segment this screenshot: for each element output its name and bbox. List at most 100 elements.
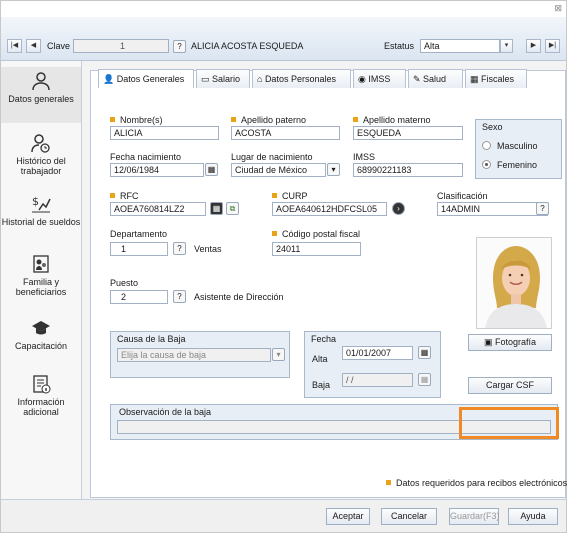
puesto-field[interactable]: 2 xyxy=(110,290,168,304)
help-icon[interactable]: ? xyxy=(173,290,186,303)
departamento-field[interactable]: 1 xyxy=(110,242,168,256)
estatus-dropdown-icon[interactable]: ▾ xyxy=(500,39,513,53)
tab-fiscales[interactable]: ▦ Fiscales xyxy=(465,69,527,89)
sidebar-item-label: Familia y beneficiarios xyxy=(15,277,67,297)
tab-label: Fiscales xyxy=(481,74,515,84)
sidebar-item-historial-sueldos[interactable]: $ Historial de sueldos xyxy=(1,194,81,242)
required-marker xyxy=(272,193,277,198)
required-marker xyxy=(110,117,115,122)
tab-salario[interactable]: ▭ Salario xyxy=(196,69,250,89)
graduation-cap-icon xyxy=(32,321,50,335)
cancelar-button[interactable]: Cancelar xyxy=(381,508,437,525)
femenino-label: Femenino xyxy=(497,160,538,170)
codigo-postal-label-text: Código postal fiscal xyxy=(282,229,361,239)
causa-baja-title: Causa de la Baja xyxy=(117,334,186,344)
calendar-icon[interactable]: ▦ xyxy=(418,346,431,359)
curp-field[interactable]: AOEA640612HDFCSL05 xyxy=(272,202,387,216)
codigo-postal-field[interactable]: 24011 xyxy=(272,242,361,256)
tab-label: Datos Generales xyxy=(116,74,185,84)
curp-label: CURP xyxy=(272,191,308,201)
person-icon: 👤 xyxy=(103,74,117,84)
masculino-label: Masculino xyxy=(497,141,538,151)
required-marker xyxy=(231,117,236,122)
tab-imss[interactable]: ◉ IMSS xyxy=(353,69,406,89)
required-marker xyxy=(386,480,391,485)
tab-salud[interactable]: ✎ Salud xyxy=(408,69,463,89)
help-icon[interactable]: ? xyxy=(536,202,549,215)
apellido-materno-field[interactable]: ESQUEDA xyxy=(353,126,463,140)
masculino-radio[interactable] xyxy=(482,141,491,150)
next-record-button[interactable]: ▶ xyxy=(526,39,541,53)
nombre-field[interactable]: ALICIA xyxy=(110,126,219,140)
clave-label: Clave xyxy=(47,41,71,51)
lugar-nacimiento-select[interactable]: Ciudad de México xyxy=(231,163,326,177)
close-icon[interactable]: ⊠ xyxy=(554,3,562,14)
tab-datos-personales[interactable]: ⌂ Datos Personales xyxy=(252,69,351,89)
last-record-button[interactable]: ▶| xyxy=(545,39,560,53)
clasificacion-field[interactable]: 14ADMIN xyxy=(437,202,548,216)
tab-datos-generales[interactable]: 👤 Datos Generales xyxy=(98,69,194,89)
rfc-label-text: RFC xyxy=(120,191,139,201)
info-document-icon xyxy=(33,375,51,394)
sidebar: Datos generales Histórico del trabajador… xyxy=(1,61,82,499)
apellido-paterno-label: Apellido paterno xyxy=(231,115,306,125)
aceptar-button[interactable]: Aceptar xyxy=(326,508,370,525)
title-bar: ⊠ xyxy=(1,1,566,17)
apellido-materno-label-text: Apellido materno xyxy=(363,115,431,125)
help-icon[interactable]: ? xyxy=(173,242,186,255)
fotografia-button-label: Fotografía xyxy=(494,337,537,347)
causa-baja-select[interactable]: Elija la causa de baja xyxy=(117,348,271,362)
observacion-title: Observación de la baja xyxy=(119,407,212,417)
image-icon: ▣ xyxy=(483,337,495,347)
generate-rfc-icon[interactable]: ▦ xyxy=(210,202,223,215)
imss-field[interactable]: 68990221183 xyxy=(353,163,463,177)
sexo-title: Sexo xyxy=(482,122,503,132)
portrait-image xyxy=(477,238,551,328)
tab-label: Salud xyxy=(423,74,447,84)
cargar-csf-button[interactable]: Cargar CSF xyxy=(468,377,552,394)
chevron-down-icon[interactable]: ▾ xyxy=(327,163,340,176)
grid-icon: ▦ xyxy=(470,74,482,84)
fecha-nacimiento-field[interactable]: 12/06/1984 xyxy=(110,163,204,177)
family-icon xyxy=(33,255,49,273)
sidebar-item-datos-generales[interactable]: Datos generales xyxy=(1,67,81,123)
fecha-alta-field[interactable]: 01/01/2007 xyxy=(342,346,413,360)
sidebar-item-informacion-adicional[interactable]: Información adicional xyxy=(1,374,81,422)
ayuda-button[interactable]: Ayuda xyxy=(508,508,558,525)
calendar-icon[interactable]: ▦ xyxy=(205,163,218,176)
person-icon xyxy=(32,72,50,91)
sidebar-item-familia[interactable]: Familia y beneficiarios xyxy=(1,254,81,302)
required-note-text: Datos requeridos para recibos electrónic… xyxy=(396,478,567,488)
sidebar-item-historico[interactable]: Histórico del trabajador xyxy=(1,133,81,181)
required-marker xyxy=(272,231,277,236)
calendar-icon[interactable]: ▦ xyxy=(418,373,431,386)
imss-label: IMSS xyxy=(353,152,376,162)
previous-record-button[interactable]: ◀ xyxy=(26,39,41,53)
puesto-label: Puesto xyxy=(110,278,139,288)
navigation-bar: |◀ ◀ Clave 1 ? ALICIA ACOSTA ESQUEDA Est… xyxy=(1,17,566,61)
radio-selected-dot xyxy=(485,163,488,166)
estatus-select[interactable]: Alta xyxy=(420,39,500,53)
fecha-baja-field[interactable]: / / xyxy=(342,373,413,387)
validate-rfc-icon[interactable]: ⧉ xyxy=(226,202,239,215)
lugar-nacimiento-label: Lugar de nacimiento xyxy=(231,152,313,162)
sidebar-item-capacitacion[interactable]: Capacitación xyxy=(1,318,81,358)
guardar-button[interactable]: Guardar(F3) xyxy=(449,508,500,525)
fotografia-button[interactable]: ▣ Fotografía xyxy=(468,334,552,351)
chevron-down-icon[interactable]: ▾ xyxy=(272,348,285,361)
curp-lookup-icon[interactable]: › xyxy=(392,202,405,215)
femenino-radio[interactable] xyxy=(482,160,491,169)
sidebar-item-label: Historial de sueldos xyxy=(1,217,81,227)
rfc-label: RFC xyxy=(110,191,139,201)
rfc-field[interactable]: AOEA760814LZ2 xyxy=(110,202,206,216)
apellido-paterno-field[interactable]: ACOSTA xyxy=(231,126,340,140)
fecha-title: Fecha xyxy=(311,334,337,344)
clave-field[interactable]: 1 xyxy=(73,39,169,53)
estatus-label: Estatus xyxy=(384,41,415,51)
money-icon: ▭ xyxy=(201,74,213,84)
svg-text:$: $ xyxy=(32,195,39,208)
puesto-name: Asistente de Dirección xyxy=(194,292,284,302)
home-icon: ⌂ xyxy=(257,74,265,84)
first-record-button[interactable]: |◀ xyxy=(7,39,22,53)
help-icon[interactable]: ? xyxy=(173,40,186,53)
